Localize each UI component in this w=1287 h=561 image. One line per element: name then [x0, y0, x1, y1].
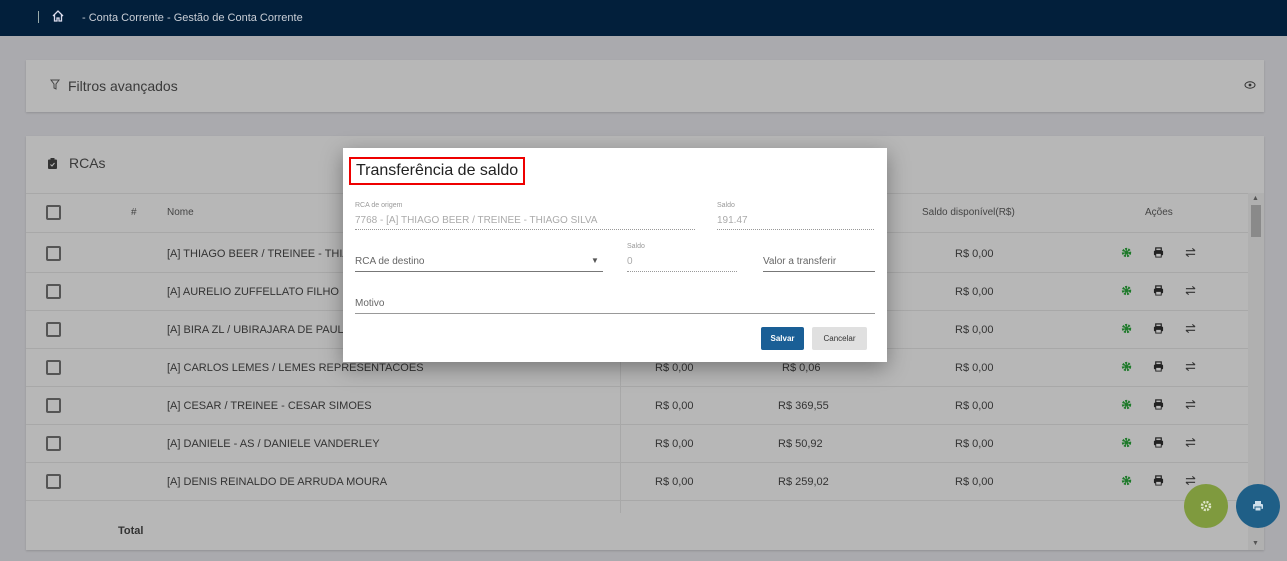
field-underline	[355, 229, 695, 230]
transfer-icon[interactable]	[1185, 475, 1196, 486]
print-fab[interactable]	[1236, 484, 1280, 528]
total-label: Total	[118, 525, 144, 537]
col3-value: R$ 0,00	[655, 476, 694, 488]
row-checkbox[interactable]	[46, 436, 61, 451]
filters-label: Filtros avançados	[68, 78, 178, 94]
saldo-disponivel: R$ 0,00	[955, 286, 994, 298]
transfer-icon[interactable]	[1185, 285, 1196, 296]
field-underline	[717, 229, 874, 230]
saldo-disponivel: R$ 0,00	[955, 400, 994, 412]
col3-value: R$ 0,00	[655, 438, 694, 450]
scroll-thumb[interactable]	[1251, 205, 1261, 237]
save-button[interactable]: Salvar	[761, 327, 804, 350]
origin-field: 7768 - [A] THIAGO BEER / TREINEE - THIAG…	[355, 215, 598, 226]
printer-icon[interactable]	[1153, 437, 1164, 448]
table-row: [A] CESAR / TREINEE - CESAR SIMOES R$ 0,…	[26, 387, 1248, 425]
row-checkbox[interactable]	[46, 398, 61, 413]
saldo-disponivel: R$ 0,00	[955, 248, 994, 260]
col-acoes: Ações	[1145, 207, 1173, 218]
reason-input[interactable]: Motivo	[355, 298, 384, 309]
gear-icon	[1200, 500, 1212, 512]
advanced-filters-panel[interactable]: Filtros avançados	[26, 60, 1264, 112]
table-row: [A] DENIS REINALDO DE ARRUDA MOURA R$ 0,…	[26, 463, 1248, 501]
scroll-down-icon[interactable]: ▼	[1252, 540, 1259, 547]
transfer-icon[interactable]	[1185, 247, 1196, 258]
row-checkbox[interactable]	[46, 246, 61, 261]
dropdown-arrow-icon[interactable]: ▼	[591, 256, 599, 265]
printer-icon	[1253, 501, 1263, 512]
eye-icon[interactable]	[1244, 80, 1256, 90]
col4-value: R$ 369,55	[778, 400, 829, 412]
transfer-icon[interactable]	[1185, 323, 1196, 334]
printer-icon[interactable]	[1153, 361, 1164, 372]
rca-name: [A] DANIELE - AS / DANIELE VANDERLEY	[167, 438, 380, 450]
printer-icon[interactable]	[1153, 323, 1164, 334]
table-row: [A] DANIELE - AS / DANIELE VANDERLEY R$ …	[26, 425, 1248, 463]
gear-icon[interactable]	[1121, 285, 1132, 296]
col4-value: R$ 259,02	[778, 476, 829, 488]
rca-name: [A] BIRA ZL / UBIRAJARA DE PAULA	[167, 324, 352, 336]
saldo-disponivel: R$ 0,00	[955, 476, 994, 488]
rca-name: [A] AURELIO ZUFFELLATO FILHO	[167, 286, 339, 298]
field-underline	[627, 271, 737, 272]
gear-icon[interactable]	[1121, 323, 1132, 334]
printer-icon[interactable]	[1153, 399, 1164, 410]
rca-name: [A] CESAR / TREINEE - CESAR SIMOES	[167, 400, 372, 412]
rca-name: [A] DENIS REINALDO DE ARRUDA MOURA	[167, 476, 388, 488]
col3-value: R$ 0,00	[655, 400, 694, 412]
amount-input[interactable]: Valor a transferir	[763, 256, 836, 267]
select-all-checkbox[interactable]	[46, 205, 61, 220]
gear-icon[interactable]	[1121, 247, 1132, 258]
clipboard-icon	[48, 158, 57, 169]
printer-icon[interactable]	[1153, 285, 1164, 296]
filter-icon	[50, 79, 60, 90]
transfer-balance-dialog: Transferência de saldo RCA de origem 776…	[343, 148, 887, 362]
row-checkbox[interactable]	[46, 360, 61, 375]
printer-icon[interactable]	[1153, 247, 1164, 258]
row-checkbox[interactable]	[46, 284, 61, 299]
field-underline	[355, 313, 875, 314]
field-underline	[355, 271, 603, 272]
field-underline	[763, 271, 875, 272]
destination-select[interactable]: RCA de destino	[355, 256, 425, 267]
col-saldo-disponivel[interactable]: Saldo disponível(R$)	[922, 194, 1015, 232]
col4-value: R$ 50,92	[778, 438, 823, 450]
divider	[38, 11, 39, 23]
saldo-disponivel: R$ 0,00	[955, 362, 994, 374]
dialog-title: Transferência de saldo	[349, 157, 526, 185]
printer-icon[interactable]	[1153, 475, 1164, 486]
transfer-icon[interactable]	[1185, 361, 1196, 372]
gear-icon[interactable]	[1121, 361, 1132, 372]
saldo-disponivel: R$ 0,00	[955, 324, 994, 336]
saldo-disponivel: R$ 0,00	[955, 438, 994, 450]
col-hash: #	[131, 207, 137, 218]
cancel-button[interactable]: Cancelar	[812, 327, 867, 350]
saldo-label: Saldo	[717, 202, 735, 209]
row-checkbox[interactable]	[46, 322, 61, 337]
col-name[interactable]: Nome	[167, 194, 194, 232]
saldo-destination-field: 0	[627, 256, 633, 267]
gear-icon[interactable]	[1121, 437, 1132, 448]
transfer-icon[interactable]	[1185, 399, 1196, 410]
gear-icon[interactable]	[1121, 399, 1132, 410]
origin-label: RCA de origem	[355, 202, 403, 209]
breadcrumb: - Conta Corrente - Gestão de Conta Corre…	[82, 12, 303, 24]
top-bar: - Conta Corrente - Gestão de Conta Corre…	[0, 0, 1287, 36]
gear-icon[interactable]	[1121, 475, 1132, 486]
home-icon[interactable]	[51, 9, 65, 23]
transfer-icon[interactable]	[1185, 437, 1196, 448]
settings-fab[interactable]	[1184, 484, 1228, 528]
saldo-field: 191.47	[717, 215, 748, 226]
saldo-destination-label: Saldo	[627, 243, 645, 250]
panel-title: RCAs	[69, 155, 106, 171]
scroll-up-icon[interactable]: ▲	[1252, 195, 1259, 202]
row-checkbox[interactable]	[46, 474, 61, 489]
